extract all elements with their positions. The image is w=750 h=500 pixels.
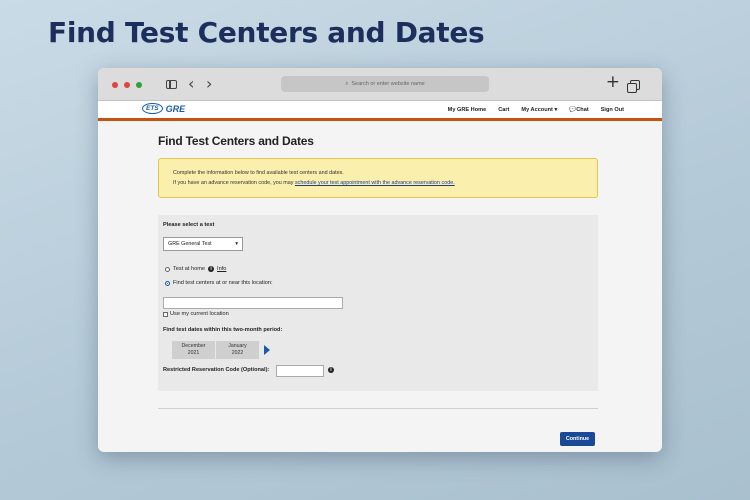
gre-logo[interactable]: ETS GRE: [142, 103, 185, 114]
continue-button[interactable]: Continue: [560, 432, 595, 446]
month-name: January: [228, 343, 247, 349]
page-headline: Find Test Centers and Dates: [48, 16, 485, 49]
month-selector: December 2021 January 2022: [172, 341, 270, 359]
top-navigation: My GRE Home Cart My Account ▾ 💬Chat Sign…: [448, 107, 624, 113]
nav-chat-label: Chat: [576, 107, 589, 113]
radio-home-button[interactable]: [165, 266, 170, 272]
month-year: 2021: [187, 350, 200, 356]
search-form: Please select a test GRE General Test ▾ …: [158, 215, 598, 391]
radio-test-center[interactable]: Find test centers at or near this locati…: [165, 280, 273, 286]
reservation-code-input[interactable]: [276, 365, 324, 377]
info-notice: Complete the information below to find a…: [158, 158, 598, 198]
page-title: Find Test Centers and Dates: [158, 134, 314, 148]
notice-line-1: Complete the information below to find a…: [173, 170, 344, 176]
address-bar[interactable]: ⌕ Search or enter website name: [281, 76, 489, 92]
notice-line-2-prefix: If you have an advance reservation code,…: [173, 180, 295, 186]
nav-sign-out[interactable]: Sign Out: [601, 107, 624, 113]
use-location-checkbox[interactable]: [163, 311, 168, 317]
maximize-window-dot[interactable]: [136, 82, 142, 88]
radio-test-at-home[interactable]: Test at home i Info: [165, 266, 226, 272]
new-tab-icon[interactable]: +: [606, 72, 620, 92]
forward-arrow-icon[interactable]: ›: [206, 74, 212, 93]
search-icon: ⌕: [345, 80, 349, 87]
info-icon[interactable]: i: [208, 266, 215, 272]
month-tab-january[interactable]: January 2022: [216, 341, 259, 359]
test-select-value: GRE General Test: [168, 241, 212, 247]
nav-my-account[interactable]: My Account ▾: [521, 107, 557, 113]
notice-line-2: If you have an advance reservation code,…: [173, 178, 583, 188]
dropdown-caret-icon: ▾: [235, 241, 238, 247]
browser-window: ‹ › ⌕ Search or enter website name + ETS…: [98, 68, 662, 452]
site-header: ETS GRE My GRE Home Cart My Account ▾ 💬C…: [98, 101, 662, 121]
code-info-icon[interactable]: i: [328, 367, 334, 373]
sidebar-toggle-icon[interactable]: [166, 80, 177, 89]
tab-overview-icon[interactable]: [627, 80, 640, 93]
gre-logo-text: GRE: [165, 103, 186, 114]
reservation-code-label: Restricted Reservation Code (Optional):: [163, 367, 270, 373]
date-range-label: Find test dates within this two-month pe…: [163, 327, 283, 333]
month-year: 2022: [231, 350, 244, 356]
divider: [158, 408, 598, 409]
select-test-label: Please select a test: [163, 222, 215, 228]
test-select[interactable]: GRE General Test ▾: [163, 237, 243, 251]
next-month-arrow-icon[interactable]: [264, 345, 270, 355]
month-tab-december[interactable]: December 2021: [172, 341, 215, 359]
radio-location-button[interactable]: [165, 280, 170, 286]
location-input[interactable]: [163, 297, 343, 309]
use-location-option[interactable]: Use my current location: [163, 311, 229, 317]
info-link[interactable]: Info: [217, 266, 226, 272]
use-location-label: Use my current location: [170, 311, 229, 317]
main-content: Find Test Centers and Dates Complete the…: [158, 121, 598, 409]
radio-home-label: Test at home: [173, 266, 206, 272]
browser-toolbar: ‹ › ⌕ Search or enter website name +: [98, 68, 662, 101]
month-name: December: [181, 343, 206, 349]
advance-reservation-link[interactable]: schedule your test appointment with the …: [295, 180, 455, 186]
ets-logo-badge: ETS: [142, 103, 163, 114]
nav-my-gre-home[interactable]: My GRE Home: [448, 107, 487, 113]
nav-chat[interactable]: 💬Chat: [569, 107, 588, 113]
nav-cart[interactable]: Cart: [498, 107, 509, 113]
minimize-window-dot[interactable]: [124, 82, 130, 88]
radio-location-label: Find test centers at or near this locati…: [173, 280, 273, 286]
back-arrow-icon[interactable]: ‹: [188, 74, 194, 93]
close-window-dot[interactable]: [112, 82, 118, 88]
address-placeholder: Search or enter website name: [351, 81, 425, 87]
